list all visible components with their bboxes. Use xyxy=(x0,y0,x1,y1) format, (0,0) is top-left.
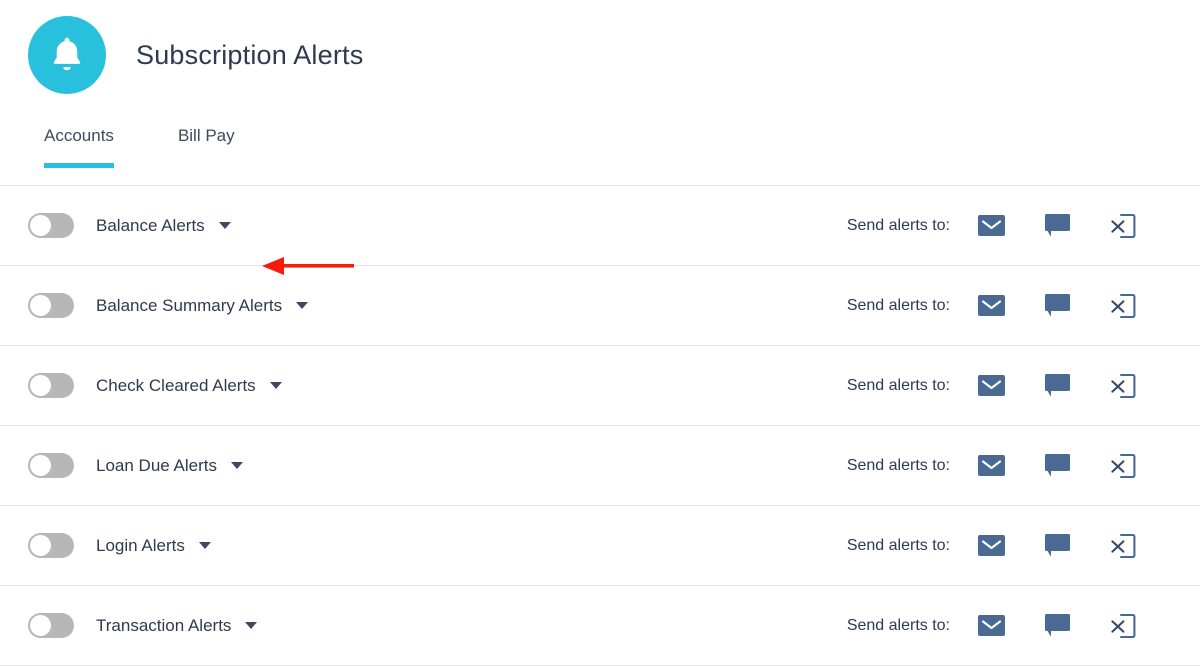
channel-icon-group xyxy=(976,611,1172,641)
table-row: Check Cleared Alerts Send alerts to: xyxy=(0,346,1200,426)
email-icon[interactable] xyxy=(976,451,1006,481)
alert-toggle-check-cleared-alerts[interactable] xyxy=(28,373,74,398)
toggle-knob xyxy=(30,455,51,476)
send-alerts-to-label: Send alerts to: xyxy=(846,376,950,394)
alert-toggle-transaction-alerts[interactable] xyxy=(28,613,74,638)
push-notification-off-icon[interactable] xyxy=(1108,211,1138,241)
tab-accounts-label: Accounts xyxy=(44,126,114,145)
send-alerts-to-label: Send alerts to: xyxy=(846,456,950,474)
tab-bill-pay[interactable]: Bill Pay xyxy=(178,126,235,168)
chevron-down-icon[interactable] xyxy=(198,542,211,549)
chevron-down-icon[interactable] xyxy=(245,622,258,629)
alert-label: Loan Due Alerts xyxy=(96,455,217,475)
sms-message-icon[interactable] xyxy=(1042,611,1072,641)
email-icon[interactable] xyxy=(976,531,1006,561)
chevron-down-icon[interactable] xyxy=(269,382,282,389)
toggle-knob xyxy=(30,375,51,396)
sms-message-icon[interactable] xyxy=(1042,371,1072,401)
bell-icon xyxy=(28,16,106,94)
table-row: Login Alerts Send alerts to: xyxy=(0,506,1200,586)
channel-icon-group xyxy=(976,531,1172,561)
alert-label: Balance Summary Alerts xyxy=(96,295,283,315)
push-notification-off-icon[interactable] xyxy=(1108,451,1138,481)
sms-message-icon[interactable] xyxy=(1042,451,1072,481)
alert-label: Transaction Alerts xyxy=(96,615,232,635)
push-notification-off-icon[interactable] xyxy=(1108,291,1138,321)
alert-toggle-loan-due-alerts[interactable] xyxy=(28,453,74,478)
alerts-list: Balance Alerts Send alerts to: Balance S… xyxy=(0,186,1200,666)
toggle-knob xyxy=(30,215,51,236)
send-alerts-to-label: Send alerts to: xyxy=(846,216,950,234)
channel-icon-group xyxy=(976,211,1172,241)
channel-icon-group xyxy=(976,451,1172,481)
send-alerts-to-label: Send alerts to: xyxy=(846,296,950,314)
send-alerts-to-label: Send alerts to: xyxy=(846,536,950,554)
email-icon[interactable] xyxy=(976,211,1006,241)
chevron-down-icon[interactable] xyxy=(230,462,243,469)
channel-icon-group xyxy=(976,371,1172,401)
alert-toggle-login-alerts[interactable] xyxy=(28,533,74,558)
table-row: Loan Due Alerts Send alerts to: xyxy=(0,426,1200,506)
sms-message-icon[interactable] xyxy=(1042,291,1072,321)
tab-accounts[interactable]: Accounts xyxy=(44,126,114,168)
channel-icon-group xyxy=(976,291,1172,321)
sms-message-icon[interactable] xyxy=(1042,211,1072,241)
table-row: Transaction Alerts Send alerts to: xyxy=(0,586,1200,666)
chevron-down-icon[interactable] xyxy=(218,222,231,229)
alert-label: Login Alerts xyxy=(96,535,185,555)
page-header: Subscription Alerts xyxy=(0,0,1200,110)
email-icon[interactable] xyxy=(976,611,1006,641)
toggle-knob xyxy=(30,615,51,636)
alert-label: Check Cleared Alerts xyxy=(96,375,256,395)
alert-label: Balance Alerts xyxy=(96,215,205,235)
table-row: Balance Alerts Send alerts to: xyxy=(0,186,1200,266)
toggle-knob xyxy=(30,535,51,556)
push-notification-off-icon[interactable] xyxy=(1108,371,1138,401)
push-notification-off-icon[interactable] xyxy=(1108,531,1138,561)
page-title: Subscription Alerts xyxy=(136,39,364,70)
chevron-down-icon[interactable] xyxy=(296,302,309,309)
table-row: Balance Summary Alerts Send alerts to: xyxy=(0,266,1200,346)
toggle-knob xyxy=(30,295,51,316)
tab-bar: Accounts Bill Pay xyxy=(0,110,1200,275)
email-icon[interactable] xyxy=(976,291,1006,321)
email-icon[interactable] xyxy=(976,371,1006,401)
tab-bill-pay-label: Bill Pay xyxy=(177,126,235,145)
alert-toggle-balance-alerts[interactable] xyxy=(28,213,74,238)
alert-toggle-balance-summary-alerts[interactable] xyxy=(28,293,74,318)
send-alerts-to-label: Send alerts to: xyxy=(846,616,950,634)
sms-message-icon[interactable] xyxy=(1042,531,1072,561)
push-notification-off-icon[interactable] xyxy=(1108,611,1138,641)
